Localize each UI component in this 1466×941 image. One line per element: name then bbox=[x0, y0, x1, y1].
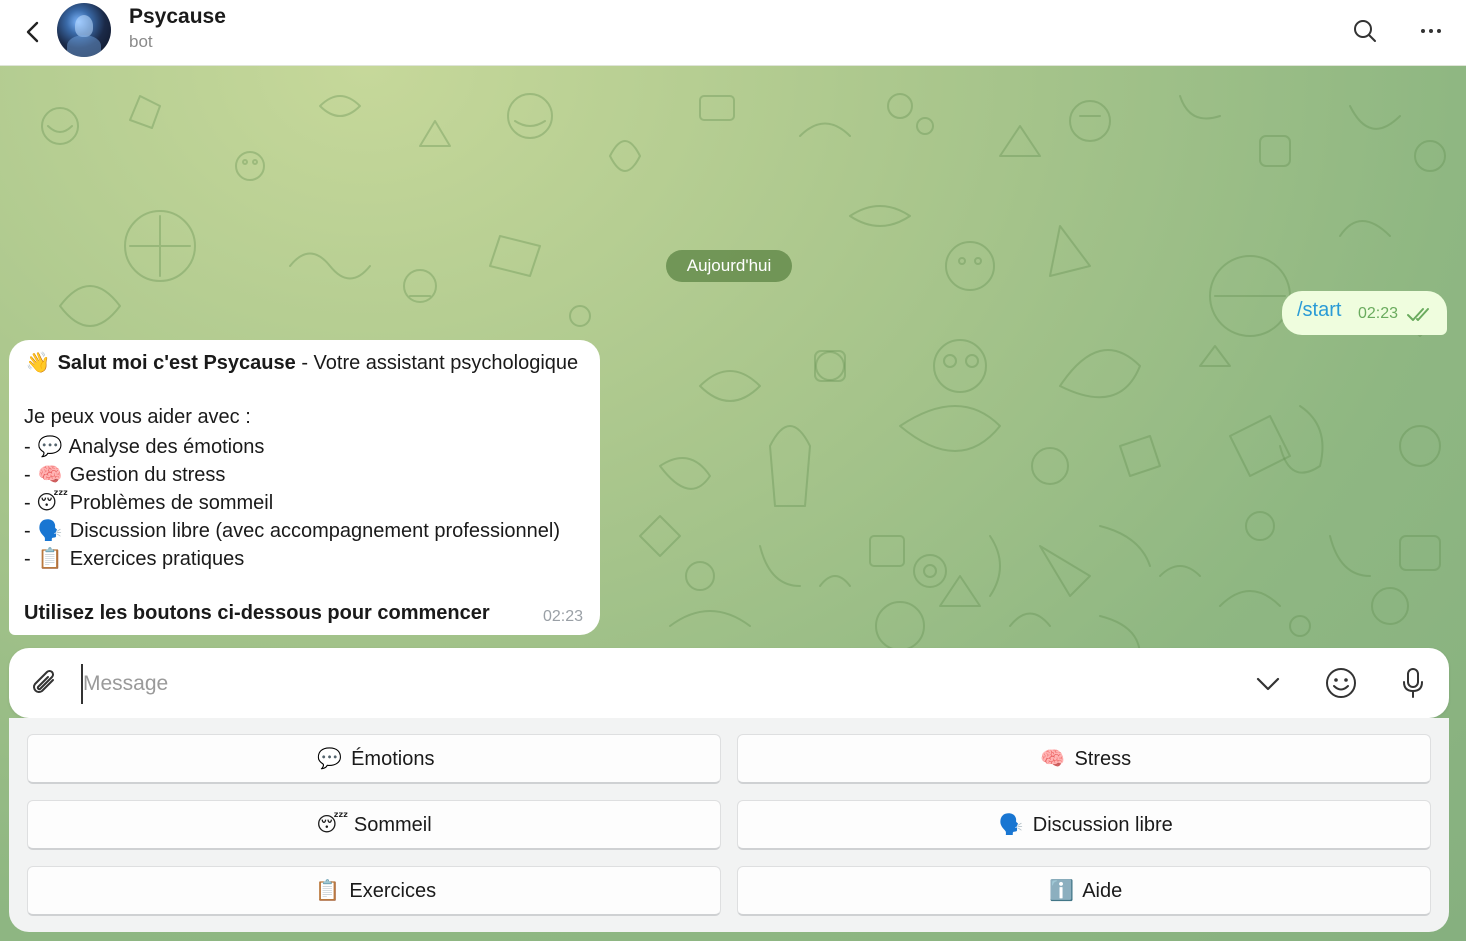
greeting-bold: Salut moi c'est Psycause bbox=[57, 352, 296, 374]
help-button[interactable]: ℹ️ Aide bbox=[737, 866, 1431, 916]
outgoing-message[interactable]: /start 02:23 bbox=[1282, 291, 1447, 335]
list-item: - 😴 Problèmes de sommeil bbox=[24, 492, 274, 514]
back-arrow-icon[interactable] bbox=[18, 15, 48, 49]
clipboard-icon: 📋 bbox=[37, 548, 63, 570]
date-separator: Aujourd'hui bbox=[666, 250, 792, 282]
incoming-message[interactable]: 👋 Salut moi c'est Psycause - Votre assis… bbox=[9, 340, 600, 635]
emotions-button[interactable]: 💬 Émotions bbox=[27, 734, 721, 784]
brain-icon: 🧠 bbox=[1040, 748, 1066, 770]
message-time: 02:23 bbox=[1358, 305, 1399, 322]
chat-header: Psycause bot bbox=[0, 0, 1466, 66]
message-intro: Je peux vous aider avec : bbox=[24, 406, 251, 428]
list-item: - 📋 Exercices pratiques bbox=[24, 548, 245, 570]
more-options-icon[interactable] bbox=[1416, 16, 1446, 46]
clipboard-icon: 📋 bbox=[315, 880, 341, 902]
greeting-rest: - Votre assistant psychologique bbox=[295, 352, 579, 374]
speech-bubble-icon: 💬 bbox=[317, 748, 342, 770]
search-icon[interactable] bbox=[1350, 16, 1380, 46]
double-check-icon bbox=[1407, 308, 1429, 321]
message-footer: Utilisez les boutons ci-dessous pour com… bbox=[24, 602, 490, 624]
chat-title[interactable]: Psycause bbox=[129, 5, 226, 29]
list-item: - 🗣️ Discussion libre (avec accompagneme… bbox=[24, 520, 561, 542]
exercises-button[interactable]: 📋 Exercices bbox=[27, 866, 721, 916]
sleeping-face-icon: 😴 bbox=[316, 814, 349, 836]
speaking-head-icon: 🗣️ bbox=[37, 520, 63, 542]
smiley-icon[interactable] bbox=[1324, 666, 1358, 700]
message-composer bbox=[9, 648, 1449, 718]
command-link[interactable]: /start bbox=[1297, 299, 1341, 322]
free-discussion-button[interactable]: 🗣️ Discussion libre bbox=[737, 800, 1431, 850]
message-input[interactable] bbox=[81, 664, 1185, 704]
message-greeting: 👋 Salut moi c'est Psycause - Votre assis… bbox=[24, 350, 579, 375]
sleeping-face-icon: 😴 bbox=[36, 492, 69, 514]
stress-button[interactable]: 🧠 Stress bbox=[737, 734, 1431, 784]
microphone-icon[interactable] bbox=[1398, 666, 1428, 700]
list-item: - 🧠 Gestion du stress bbox=[24, 464, 226, 486]
waving-hand-icon: 👋 bbox=[25, 352, 51, 374]
bot-keyboard: 💬 Émotions 🧠 Stress 😴 Sommeil 🗣️ Discuss… bbox=[9, 718, 1449, 932]
info-icon: ℹ️ bbox=[1049, 880, 1075, 902]
paperclip-icon[interactable] bbox=[29, 666, 61, 700]
message-time: 02:23 bbox=[543, 608, 584, 625]
sleep-button[interactable]: 😴 Sommeil bbox=[27, 800, 721, 850]
avatar[interactable] bbox=[57, 3, 111, 57]
list-item: - 💬 Analyse des émotions bbox=[24, 436, 265, 458]
speaking-head-icon: 🗣️ bbox=[998, 814, 1024, 836]
speech-bubble-icon: 💬 bbox=[37, 436, 63, 458]
brain-icon: 🧠 bbox=[37, 464, 63, 486]
chat-subtitle: bot bbox=[129, 32, 153, 51]
chevron-down-icon[interactable] bbox=[1253, 669, 1283, 699]
